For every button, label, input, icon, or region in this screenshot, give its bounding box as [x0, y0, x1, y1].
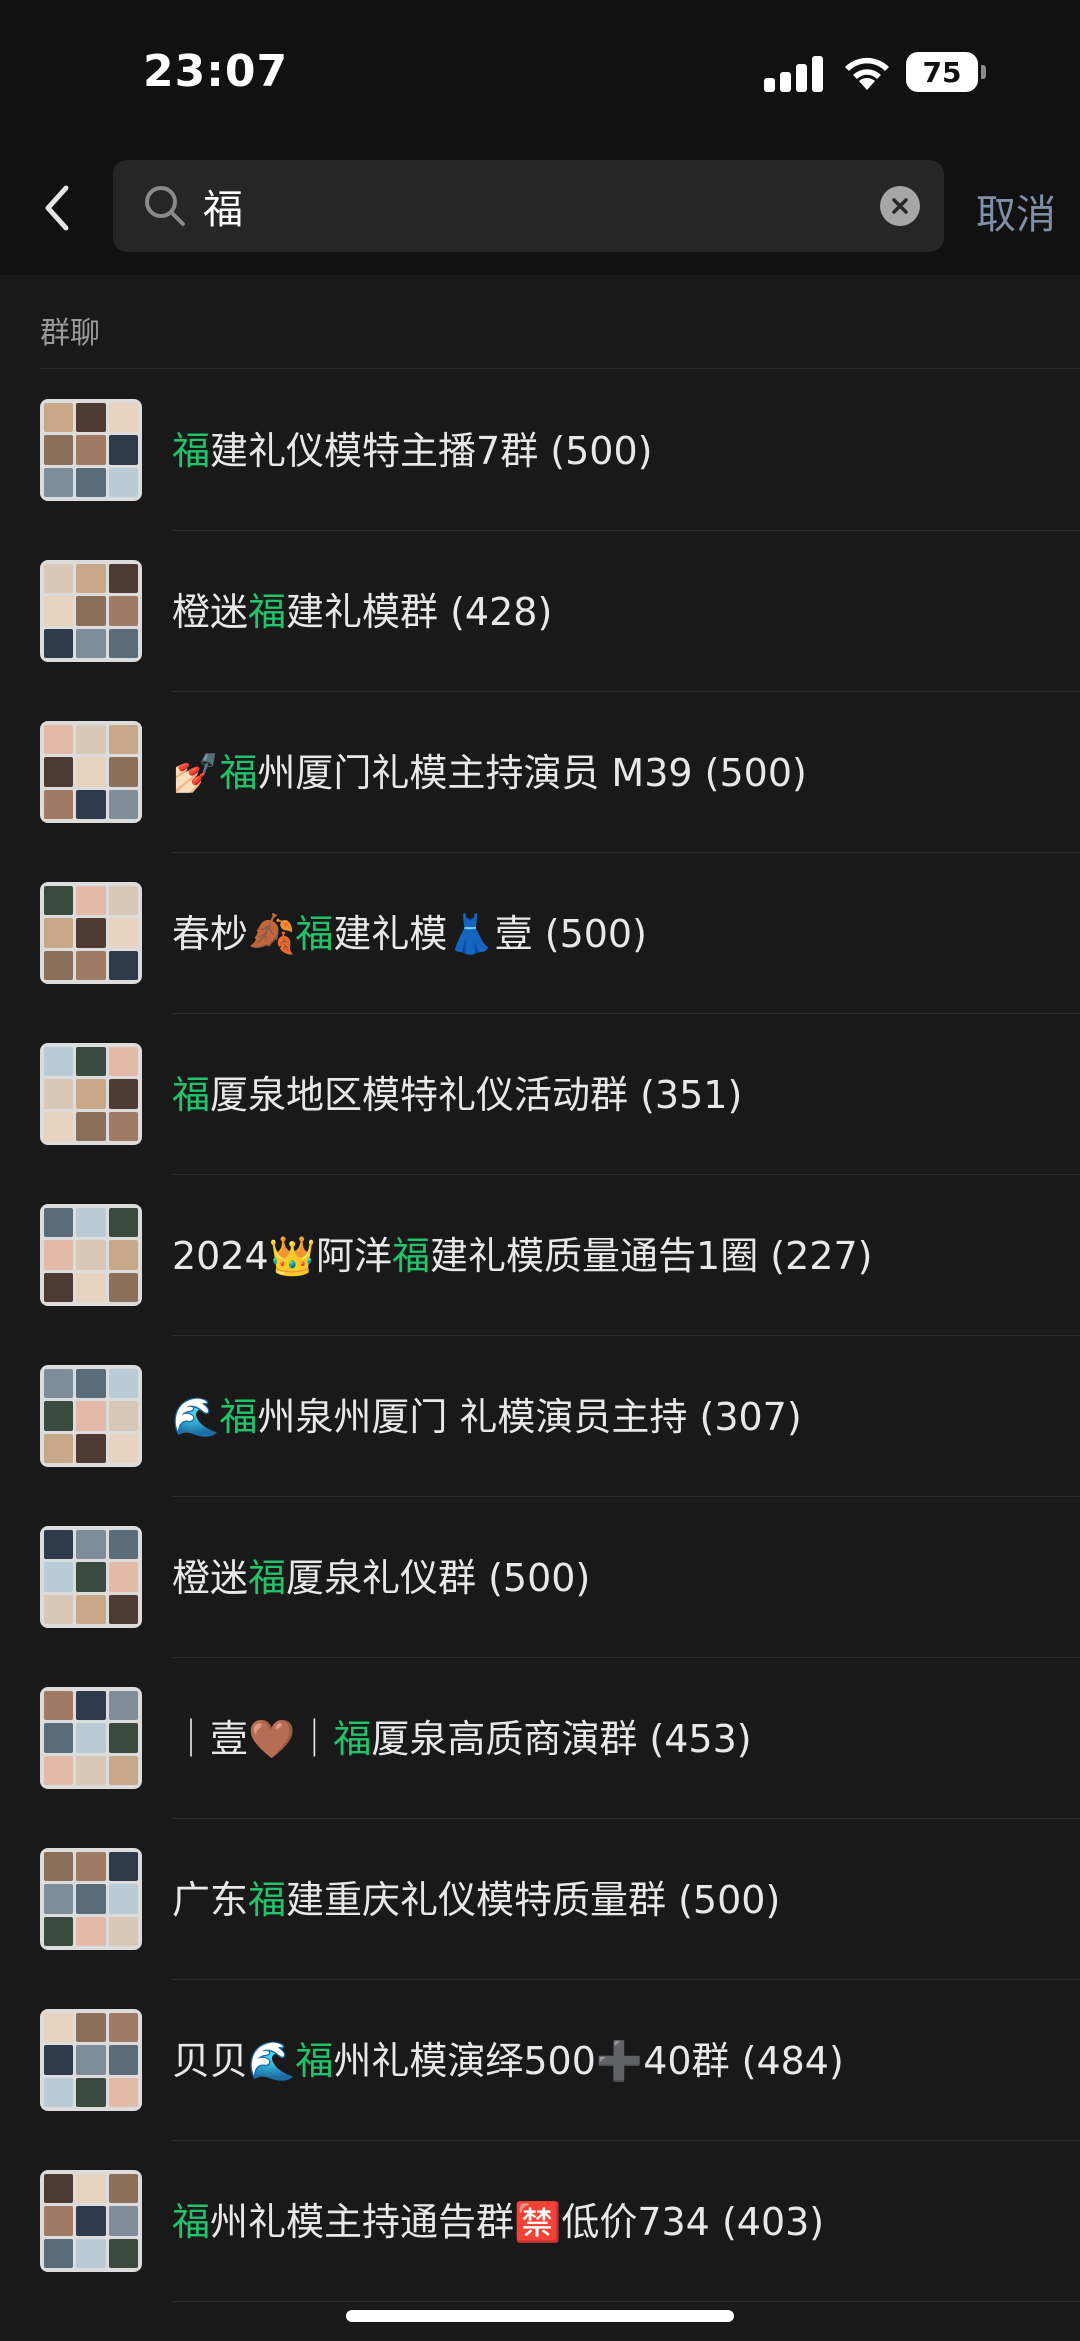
group-name-text: 建重庆礼仪模特质量群 (500): [286, 1878, 781, 1922]
search-icon: [145, 186, 185, 226]
group-name-text: 州厦门礼模主持演员 M39 (500): [257, 751, 807, 795]
matched-keyword: 福: [219, 1395, 258, 1439]
group-name: 2024👑阿洋福建礼模质量通告1圈 (227): [172, 1225, 872, 1280]
group-chat-result[interactable]: 广东福建重庆礼仪模特质量群 (500): [0, 1819, 1080, 1980]
group-name: 春杪🍂福建礼模👗壹 (500): [172, 903, 647, 958]
matched-keyword: 福: [248, 1556, 287, 1600]
matched-keyword: 福: [248, 590, 287, 634]
group-name-text: 贝贝🌊: [172, 2039, 296, 2083]
group-chat-result[interactable]: 春杪🍂福建礼模👗壹 (500): [0, 853, 1080, 1014]
wifi-icon: [845, 57, 889, 90]
group-avatar: [40, 1204, 142, 1306]
matched-keyword: 福: [172, 429, 211, 473]
group-name-text: 建礼模群 (428): [286, 590, 553, 634]
group-name-text: 橙迷: [172, 590, 249, 634]
group-chat-result[interactable]: 2024👑阿洋福建礼模质量通告1圈 (227): [0, 1175, 1080, 1336]
search-field[interactable]: [113, 160, 944, 252]
group-name: 福厦泉地区模特礼仪活动群 (351): [172, 1064, 742, 1119]
battery-level: 75: [922, 55, 962, 89]
group-chat-result[interactable]: ｜壹🤎｜福厦泉高质商演群 (453): [0, 1658, 1080, 1819]
divider: [40, 368, 1080, 369]
cellular-signal-icon: [764, 54, 824, 92]
group-avatar: [40, 721, 142, 823]
group-chat-result[interactable]: 橙迷福建礼模群 (428): [0, 531, 1080, 692]
group-name-text: ｜壹🤎｜: [172, 1717, 334, 1761]
group-chat-result[interactable]: 贝贝🌊福州礼模演绎500➕40群 (484): [0, 1980, 1080, 2141]
group-name-text: 💅🏻: [172, 751, 220, 795]
group-chat-result[interactable]: 橙迷福厦泉礼仪群 (500): [0, 1497, 1080, 1658]
matched-keyword: 福: [248, 1878, 287, 1922]
group-name-text: 2024👑阿洋: [172, 1234, 393, 1278]
matched-keyword: 福: [392, 1234, 431, 1278]
cancel-button[interactable]: 取消: [976, 182, 1056, 240]
group-name-text: 州礼模演绎500➕40群 (484): [333, 2039, 844, 2083]
group-name: 福州礼模主持通告群🈲低价734 (403): [172, 2191, 824, 2246]
matched-keyword: 福: [295, 2039, 334, 2083]
group-chat-result[interactable]: 💅🏻福州厦门礼模主持演员 M39 (500): [0, 692, 1080, 853]
status-time: 23:07: [143, 46, 289, 97]
group-name-text: 厦泉礼仪群 (500): [286, 1556, 591, 1600]
group-name: 贝贝🌊福州礼模演绎500➕40群 (484): [172, 2030, 844, 2085]
group-name-text: 橙迷: [172, 1556, 249, 1600]
matched-keyword: 福: [172, 2200, 211, 2244]
group-name: 橙迷福厦泉礼仪群 (500): [172, 1547, 590, 1602]
group-name-text: 广东: [172, 1878, 249, 1922]
battery-icon: 75: [906, 52, 988, 92]
group-name-text: 厦泉高质商演群 (453): [371, 1717, 752, 1761]
group-avatar: [40, 1848, 142, 1950]
group-name-text: 州礼模主持通告群🈲低价734 (403): [210, 2200, 825, 2244]
row-divider: [172, 2301, 1080, 2302]
group-chat-result[interactable]: 🌊福州泉州厦门 礼模演员主持 (307): [0, 1336, 1080, 1497]
group-avatar: [40, 1687, 142, 1789]
group-avatar: [40, 399, 142, 501]
group-name-text: 厦泉地区模特礼仪活动群 (351): [210, 1073, 743, 1117]
matched-keyword: 福: [219, 751, 258, 795]
group-avatar: [40, 560, 142, 662]
home-indicator: [346, 2310, 734, 2322]
group-name: 福建礼仪模特主播7群 (500): [172, 420, 652, 475]
group-avatar: [40, 1365, 142, 1467]
search-results-list: 福建礼仪模特主播7群 (500) 橙迷福建礼模群 (428) 💅🏻福州厦门礼模主持演…: [0, 370, 1080, 2302]
group-name-text: 建礼模👗壹 (500): [333, 912, 647, 956]
clear-search-button[interactable]: [880, 186, 920, 226]
matched-keyword: 福: [333, 1717, 372, 1761]
matched-keyword: 福: [172, 1073, 211, 1117]
group-name-text: 建礼模质量通告1圈 (227): [430, 1234, 873, 1278]
section-title-group-chats: 群聊: [40, 316, 100, 351]
clear-x-icon: [892, 198, 908, 214]
group-name: 橙迷福建礼模群 (428): [172, 581, 552, 636]
group-name-text: 建礼仪模特主播7群 (500): [210, 429, 653, 473]
group-avatar: [40, 882, 142, 984]
matched-keyword: 福: [295, 912, 334, 956]
back-chevron-icon[interactable]: [38, 178, 78, 238]
group-chat-result[interactable]: 福建礼仪模特主播7群 (500): [0, 370, 1080, 531]
search-input[interactable]: [203, 176, 843, 236]
group-name-text: 州泉州厦门 礼模演员主持 (307): [257, 1395, 802, 1439]
group-avatar: [40, 2170, 142, 2272]
group-name: 广东福建重庆礼仪模特质量群 (500): [172, 1869, 780, 1924]
status-bar: 23:07 75: [0, 0, 1080, 150]
group-chat-result[interactable]: 福厦泉地区模特礼仪活动群 (351): [0, 1014, 1080, 1175]
group-name-text: 🌊: [172, 1395, 220, 1439]
group-chat-result[interactable]: 福州礼模主持通告群🈲低价734 (403): [0, 2141, 1080, 2302]
group-name: 💅🏻福州厦门礼模主持演员 M39 (500): [172, 742, 807, 797]
group-avatar: [40, 1526, 142, 1628]
group-name: 🌊福州泉州厦门 礼模演员主持 (307): [172, 1386, 802, 1441]
group-name-text: 春杪🍂: [172, 912, 296, 956]
group-avatar: [40, 2009, 142, 2111]
group-name: ｜壹🤎｜福厦泉高质商演群 (453): [172, 1708, 752, 1763]
group-avatar: [40, 1043, 142, 1145]
